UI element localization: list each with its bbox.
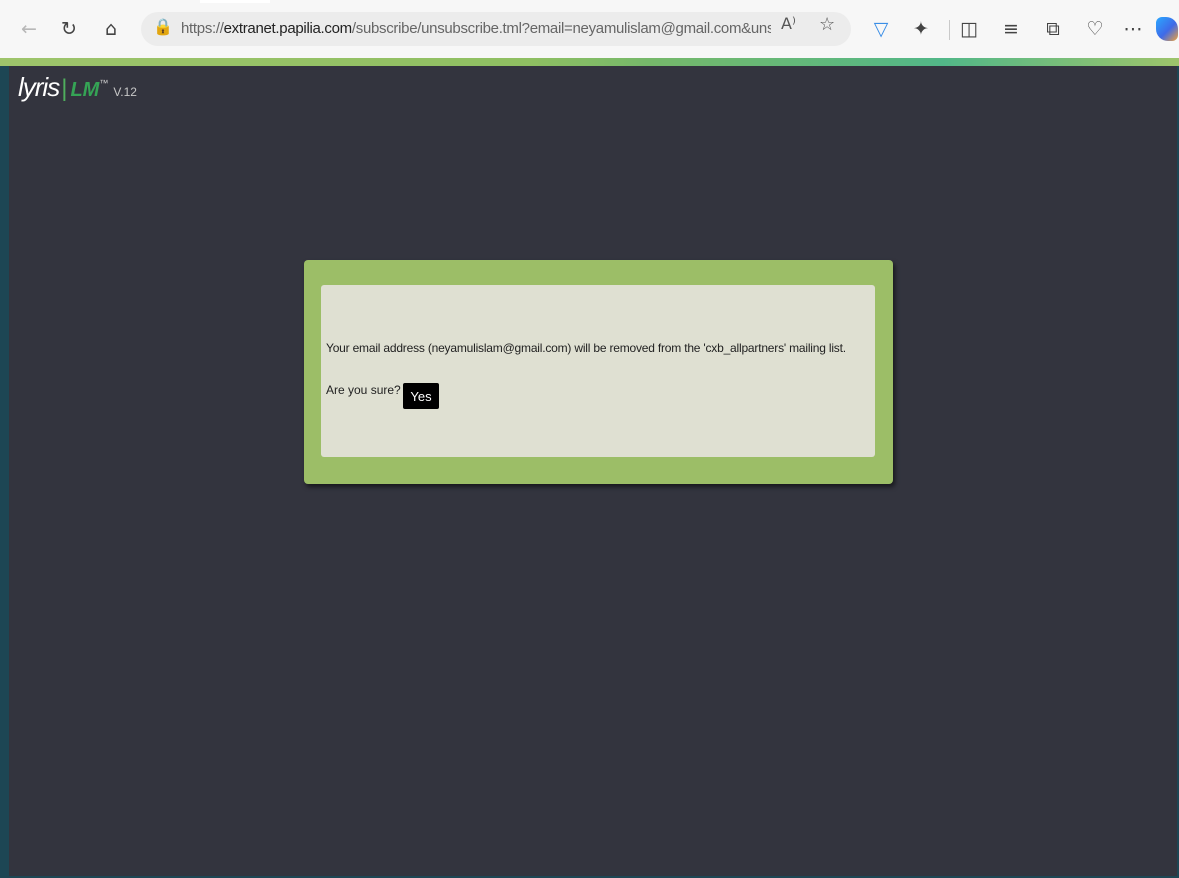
dialog-body: Your email address (neyamulislam@gmail.c… (321, 285, 875, 457)
browser-window: ← ↻ ⌂ 🔒 https://extranet.papilia.com/sub… (0, 0, 1179, 878)
address-bar[interactable]: 🔒 https://extranet.papilia.com/subscribe… (141, 12, 851, 46)
lyris-logo: lyris | LM ™ V.12 (18, 72, 137, 103)
page-content: lyris | LM ™ V.12 Your email address (ne… (9, 66, 1177, 876)
split-screen-icon[interactable]: ◫ (954, 14, 984, 44)
more-options-icon[interactable]: ⋯ (1118, 14, 1148, 44)
home-icon[interactable]: ⌂ (96, 14, 126, 44)
browser-toolbar: ← ↻ ⌂ 🔒 https://extranet.papilia.com/sub… (0, 0, 1179, 58)
confirm-question: Are you sure? (326, 383, 401, 397)
unsubscribe-message: Your email address (neyamulislam@gmail.c… (326, 341, 846, 355)
yes-button[interactable]: Yes (403, 383, 439, 409)
url-path: /subscribe/unsubscribe.tml?email=neyamul… (351, 20, 771, 37)
favorites-list-icon[interactable]: ≡ (996, 14, 1026, 44)
url-text[interactable]: https://extranet.papilia.com/subscribe/u… (181, 20, 771, 37)
refresh-icon[interactable]: ↻ (54, 14, 84, 44)
toolbar-separator (949, 20, 950, 40)
logo-version: V.12 (113, 85, 137, 99)
lock-icon[interactable]: 🔒 (153, 17, 173, 36)
favorite-star-icon[interactable]: ☆ (819, 14, 835, 35)
logo-lyris-text: lyris (18, 72, 60, 102)
extensions-icon[interactable]: ✦ (906, 14, 936, 44)
collections-icon[interactable]: ⧉ (1038, 14, 1068, 44)
logo-trademark: ™ (99, 78, 109, 88)
shield-extension-icon[interactable]: ▽ (866, 14, 896, 44)
active-tab-indicator (200, 0, 270, 3)
back-arrow-icon[interactable]: ← (14, 14, 44, 44)
read-aloud-icon[interactable]: A⁾ (781, 14, 796, 33)
url-host: extranet.papilia.com (223, 20, 353, 37)
logo-lm-text: LM (70, 79, 100, 101)
page-load-bar (0, 58, 1179, 66)
logo-divider: | (61, 75, 68, 102)
copilot-icon[interactable] (1156, 17, 1178, 41)
browser-essentials-icon[interactable]: ♡ (1080, 14, 1110, 44)
unsubscribe-dialog: Your email address (neyamulislam@gmail.c… (304, 260, 893, 484)
url-scheme: https:// (181, 20, 224, 37)
